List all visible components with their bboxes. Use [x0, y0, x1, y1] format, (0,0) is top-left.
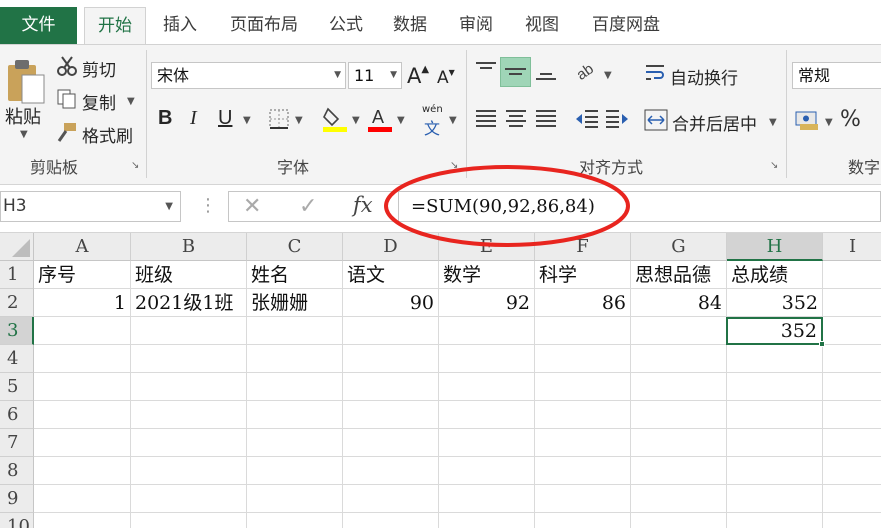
red-circle-annotation [384, 165, 630, 247]
annotation-ellipse [384, 165, 630, 247]
